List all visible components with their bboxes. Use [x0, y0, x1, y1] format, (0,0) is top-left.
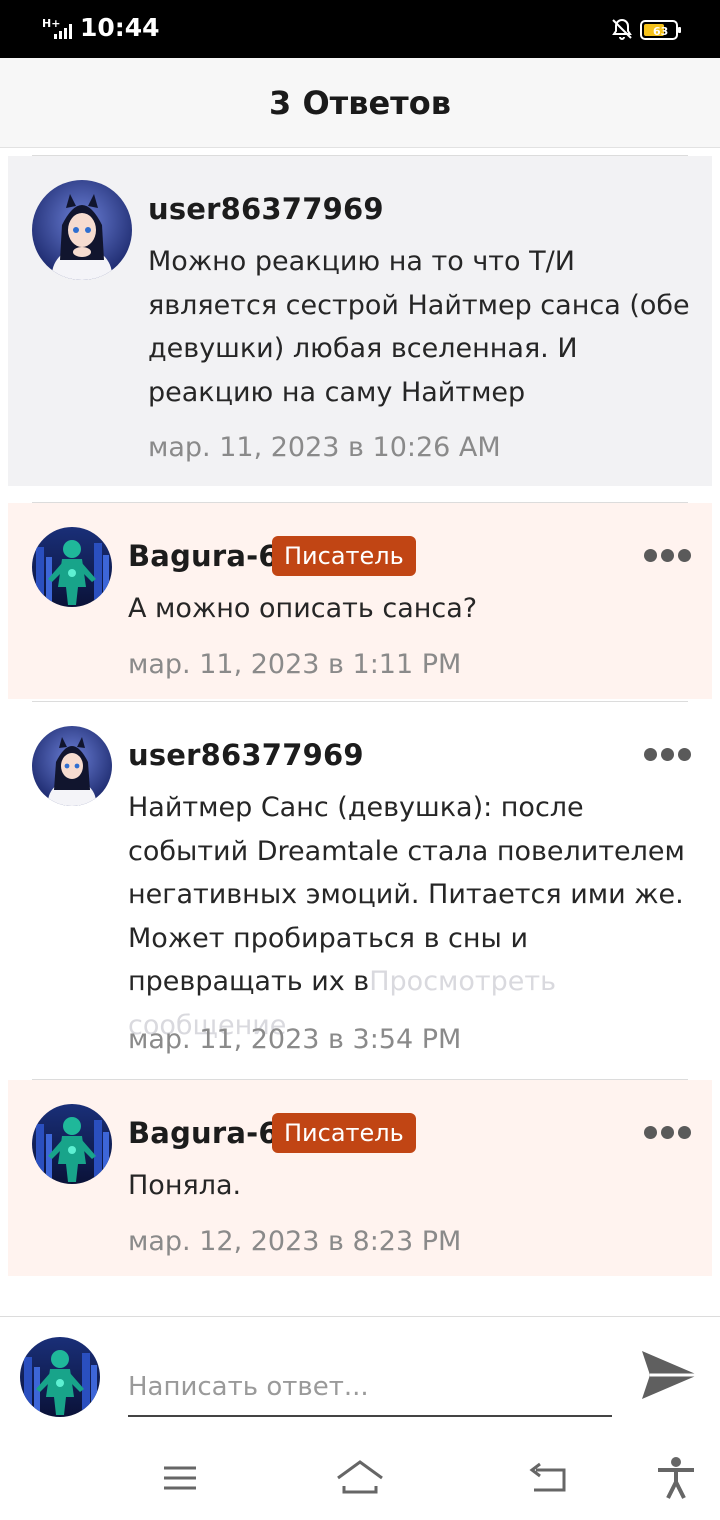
- writer-badge: Писатель: [272, 536, 416, 576]
- more-options-button[interactable]: [644, 748, 692, 762]
- more-dots-icon: [644, 549, 657, 562]
- status-bar: H+ 10:44 63: [0, 0, 720, 58]
- reply-bar: [0, 1316, 720, 1436]
- battery-icon: 63: [640, 20, 681, 40]
- avatar[interactable]: [32, 180, 132, 280]
- username[interactable]: user86377969: [148, 192, 384, 226]
- comment-reply: user86377969 Найтмер Санс (девушка): пос…: [8, 702, 712, 1078]
- comment-reply: Bagura-6 Писатель Поняла. мар. 12, 2023 …: [8, 1080, 712, 1276]
- username[interactable]: Bagura-6: [128, 1116, 279, 1150]
- svg-text:H+: H+: [42, 17, 60, 30]
- more-dots-icon: [644, 748, 657, 761]
- comment-date: мар. 11, 2023 в 10:26 AM: [148, 432, 501, 463]
- comment-original: user86377969 Можно реакцию на то что Т/И…: [8, 156, 712, 486]
- username[interactable]: user86377969: [128, 738, 364, 772]
- more-options-button[interactable]: [644, 1126, 692, 1140]
- username[interactable]: Bagura-6: [128, 539, 279, 573]
- status-time: 10:44: [80, 13, 160, 42]
- comment-text: Поняла.: [128, 1170, 242, 1201]
- page-title: 3 Ответов: [269, 84, 451, 122]
- avatar[interactable]: [32, 726, 112, 806]
- more-options-button[interactable]: [644, 549, 692, 563]
- writer-badge: Писатель: [272, 1113, 416, 1153]
- reply-input[interactable]: [128, 1359, 612, 1417]
- battery-level: 63: [653, 25, 668, 38]
- accessibility-icon[interactable]: [652, 1456, 700, 1500]
- system-nav-bar: [0, 1436, 720, 1520]
- back-icon[interactable]: [524, 1456, 572, 1500]
- comment-date: мар. 11, 2023 в 1:11 PM: [128, 649, 462, 680]
- avatar[interactable]: [32, 527, 112, 607]
- comment-text: Можно реакцию на то что Т/И является сес…: [148, 246, 690, 408]
- comment-text: Найтмер Санс (девушка): после событий Dr…: [128, 786, 708, 1047]
- comment-text: А можно описать санса?: [128, 593, 478, 624]
- signal-icon: H+: [42, 17, 72, 39]
- comment-reply: Bagura-6 Писатель А можно описать санса?…: [8, 503, 712, 699]
- comment-date: мар. 12, 2023 в 8:23 PM: [128, 1226, 462, 1257]
- muted-bell-icon: [612, 18, 632, 40]
- avatar[interactable]: [32, 1104, 112, 1184]
- home-icon[interactable]: [336, 1456, 384, 1500]
- send-button[interactable]: [640, 1347, 700, 1403]
- more-dots-icon: [644, 1126, 657, 1139]
- thread-header: 3 Ответов: [0, 58, 720, 148]
- my-avatar[interactable]: [20, 1337, 100, 1417]
- menu-icon[interactable]: [156, 1456, 204, 1500]
- comment-date: мар. 11, 2023 в 3:54 PM: [128, 1024, 462, 1055]
